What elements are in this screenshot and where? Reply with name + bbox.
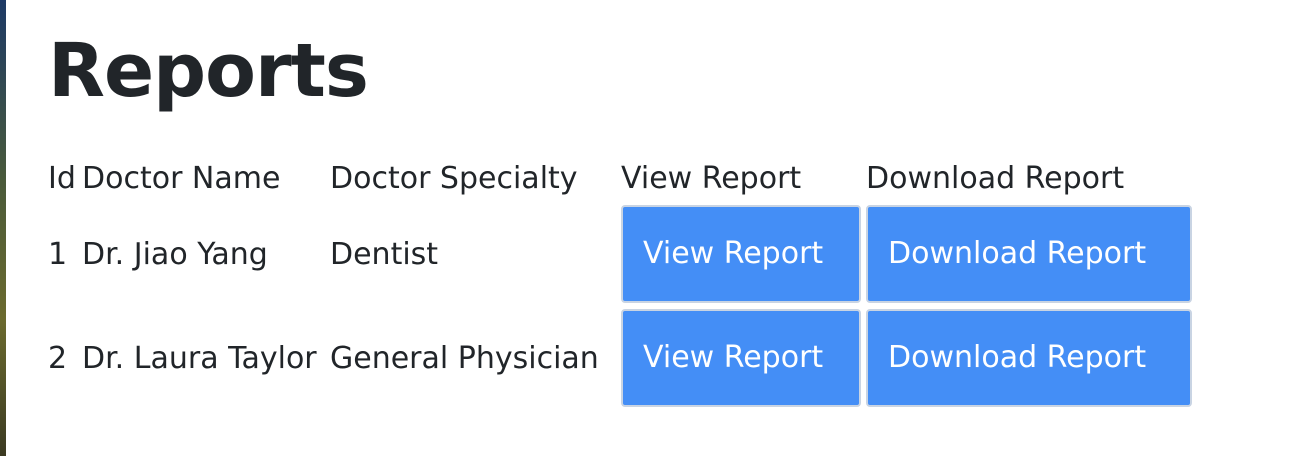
cell-download: Download Report <box>866 202 1196 306</box>
cell-view: View Report <box>621 202 866 306</box>
cell-download: Download Report <box>866 306 1196 410</box>
cell-id: 1 <box>48 236 68 272</box>
page-title: Reports <box>48 28 369 114</box>
table-row: 2 Dr. Laura Taylor General Physician Vie… <box>48 306 1196 410</box>
cell-specialty: General Physician <box>330 340 599 376</box>
cell-specialty: Dentist <box>330 236 439 272</box>
cell-view: View Report <box>621 306 866 410</box>
view-report-button[interactable]: View Report <box>621 309 861 407</box>
download-report-button[interactable]: Download Report <box>866 205 1192 303</box>
header-download-report: Download Report <box>866 160 1125 196</box>
header-id: Id <box>48 160 76 196</box>
header-view-report: View Report <box>621 160 802 196</box>
table-header-row: Id Doctor Name Doctor Specialty View Rep… <box>48 154 1196 202</box>
table-row: 1 Dr. Jiao Yang Dentist View Report Down… <box>48 202 1196 306</box>
download-report-button[interactable]: Download Report <box>866 309 1192 407</box>
background-image-edge <box>0 0 6 456</box>
reports-table: Id Doctor Name Doctor Specialty View Rep… <box>48 154 1196 410</box>
cell-id: 2 <box>48 340 68 376</box>
reports-page: Reports Id Doctor Name Doctor Specialty … <box>48 26 1278 407</box>
header-doctor-specialty: Doctor Specialty <box>330 160 578 196</box>
cell-doctor-name: Dr. Laura Taylor <box>82 340 317 376</box>
view-report-button[interactable]: View Report <box>621 205 861 303</box>
cell-doctor-name: Dr. Jiao Yang <box>82 236 268 272</box>
header-doctor-name: Doctor Name <box>82 160 281 196</box>
